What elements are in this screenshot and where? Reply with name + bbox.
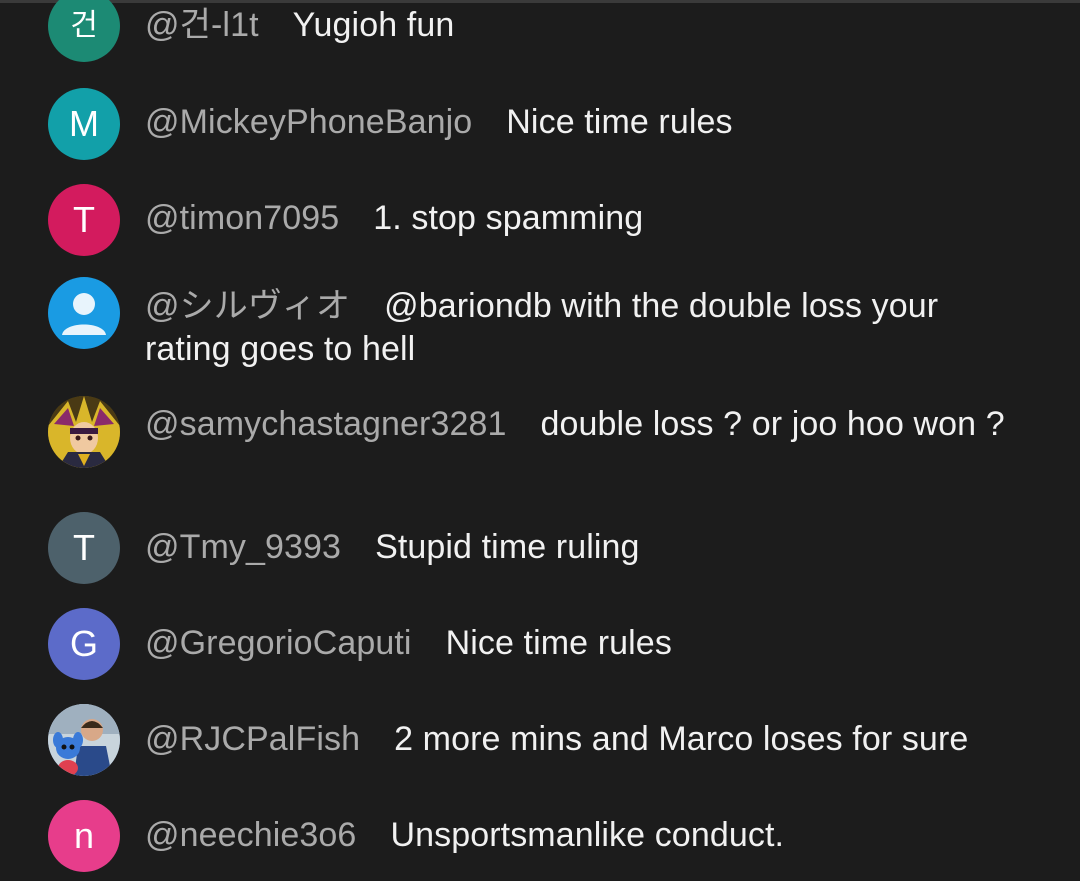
avatar-letter: T (73, 199, 95, 240)
author-name[interactable]: @samychastagner3281 (145, 405, 507, 443)
message-text: 2 more mins and Marco loses for sure (394, 720, 969, 758)
default-person-icon (62, 293, 106, 335)
profile-photo-icon (48, 396, 120, 468)
avatar-letter: G (69, 623, 98, 664)
author-name[interactable]: @シルヴィオ (145, 287, 350, 325)
profile-photo-icon (48, 704, 120, 776)
message-body: @MickeyPhoneBanjo Nice time rules (145, 101, 1025, 144)
avatar[interactable]: T (48, 512, 120, 584)
message-body: @neechie3o6 Unsportsmanlike conduct. (145, 814, 1025, 857)
message-text: Stupid time ruling (375, 528, 640, 566)
message-text: Yugioh fun (292, 6, 455, 44)
message-body: @samychastagner3281 double loss ? or joo … (145, 403, 1025, 446)
message-body: @timon7095 1. stop spamming (145, 197, 1025, 240)
author-name[interactable]: @MickeyPhoneBanjo (145, 103, 472, 141)
avatar-letter: M (69, 103, 99, 144)
avatar[interactable]: n (48, 800, 120, 872)
message-text: 1. stop spamming (373, 199, 644, 237)
message-body: @건-l1t Yugioh fun (145, 4, 1025, 47)
author-name[interactable]: @neechie3o6 (145, 816, 356, 854)
avatar[interactable] (48, 277, 120, 349)
author-name[interactable]: @Tmy_9393 (145, 528, 341, 566)
avatar[interactable]: 건 (48, 0, 120, 62)
message-body: @RJCPalFish 2 more mins and Marco loses f… (145, 718, 1025, 761)
avatar-letter: T (73, 527, 95, 568)
message-text: double loss ? or joo hoo won ? (540, 405, 1005, 443)
author-name[interactable]: @RJCPalFish (145, 720, 360, 758)
live-chat-list: 건 @건-l1t Yugioh fun M @MickeyPhoneBanjo Ni… (0, 0, 1080, 881)
avatar[interactable] (48, 396, 120, 468)
message-text: Nice time rules (445, 624, 672, 662)
message-body: @GregorioCaputi Nice time rules (145, 622, 1025, 665)
message-body: @シルヴィオ @bariondb with the double loss you… (145, 285, 1025, 371)
message-text: Nice time rules (506, 103, 733, 141)
avatar-letter: 건 (70, 9, 98, 42)
message-text: Unsportsmanlike conduct. (390, 816, 785, 854)
avatar[interactable]: G (48, 608, 120, 680)
avatar[interactable]: M (48, 88, 120, 160)
avatar[interactable]: T (48, 184, 120, 256)
author-name[interactable]: @timon7095 (145, 199, 339, 237)
author-name[interactable]: @건-l1t (145, 6, 259, 44)
avatar[interactable] (48, 704, 120, 776)
author-name[interactable]: @GregorioCaputi (145, 624, 412, 662)
message-body: @Tmy_9393 Stupid time ruling (145, 526, 1025, 569)
avatar-letter: n (73, 815, 95, 856)
